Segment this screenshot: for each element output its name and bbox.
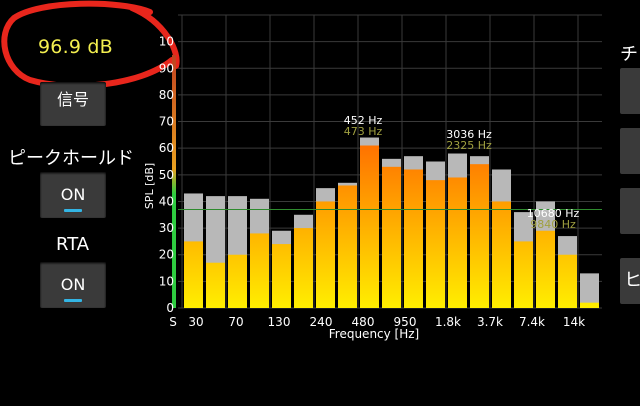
level-bar — [272, 244, 291, 308]
level-bar — [426, 180, 445, 308]
level-bar — [294, 228, 313, 308]
y-tick-label: 10 — [159, 35, 174, 49]
y-tick-label: 20 — [159, 248, 174, 262]
level-bar — [404, 169, 423, 308]
x-axis-label: Frequency [Hz] — [329, 327, 420, 341]
y-axis-label: SPL [dB] — [143, 163, 156, 209]
level-bar — [470, 164, 489, 308]
current-frequency-label: 2325 Hz — [446, 139, 492, 152]
x-tick-label: 7.4k — [519, 315, 545, 329]
level-bar — [206, 262, 225, 308]
y-tick-label: 70 — [159, 115, 174, 129]
y-tick-label: 30 — [159, 221, 174, 235]
level-bar — [360, 145, 379, 308]
y-tick-label: 40 — [159, 194, 174, 208]
x-tick-label: 3.7k — [477, 315, 503, 329]
x-tick-label: 30 — [188, 315, 203, 329]
level-bar — [448, 177, 467, 308]
level-bar — [558, 254, 577, 308]
level-bar — [250, 233, 269, 308]
rta-spectrum-chart: 010203040506070809010S 30 70 130 240 480 950 1.… — [143, 14, 602, 341]
level-bar — [514, 241, 533, 308]
y-tick-label: 60 — [159, 141, 174, 155]
level-bar — [536, 230, 555, 308]
x-tick-label: S — [169, 315, 177, 329]
level-bar — [382, 166, 401, 308]
x-tick-label: 130 — [268, 315, 291, 329]
y-tick-label: 80 — [159, 88, 174, 102]
x-tick-label: 14k — [563, 315, 585, 329]
level-bar — [228, 254, 247, 308]
level-bar — [316, 201, 335, 308]
level-bar — [492, 201, 511, 308]
x-tick-label: 70 — [228, 315, 243, 329]
y-tick-label: 50 — [159, 168, 174, 182]
current-frequency-label: 9840 Hz — [530, 218, 576, 231]
level-bar — [338, 185, 357, 308]
current-frequency-label: 473 Hz — [344, 125, 383, 138]
level-bar — [184, 241, 203, 308]
x-tick-label: 1.8k — [435, 315, 461, 329]
y-tick-label: 0 — [166, 301, 174, 315]
y-tick-label: 90 — [159, 61, 174, 75]
y-tick-label: 10 — [159, 274, 174, 288]
level-bar — [580, 302, 599, 308]
